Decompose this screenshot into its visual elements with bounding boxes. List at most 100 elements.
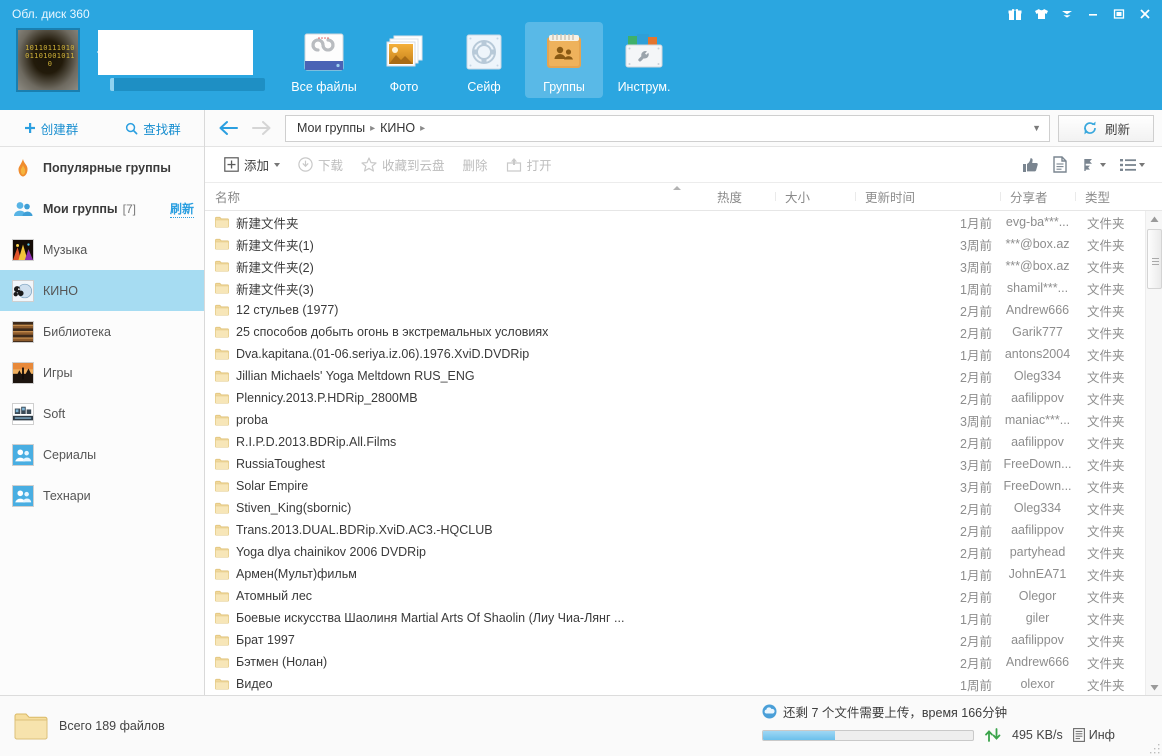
- table-row[interactable]: Jillian Michaels' Yoga Meltdown RUS_ENG 2…: [205, 365, 1162, 387]
- file-name-cell[interactable]: RussiaToughest: [205, 457, 325, 471]
- list-view-icon[interactable]: [1113, 154, 1152, 176]
- find-group-button[interactable]: 查找群: [102, 110, 204, 146]
- file-name-cell[interactable]: Боевые искусства Шаолиня Martial Arts Of…: [205, 611, 624, 625]
- sidebar-item-group[interactable]: Сериалы: [0, 434, 204, 475]
- table-row[interactable]: RussiaToughest 3月前 FreeDown... 文件夹: [205, 453, 1162, 475]
- column-header-hot[interactable]: 热度: [707, 187, 775, 206]
- scrollbar-thumb[interactable]: [1147, 229, 1162, 289]
- file-name-cell[interactable]: Solar Empire: [205, 479, 308, 493]
- column-header-sharer[interactable]: 分享者: [1000, 187, 1075, 206]
- column-header-size[interactable]: 大小: [775, 187, 855, 206]
- file-name-cell[interactable]: 新建文件夹(2): [205, 257, 314, 276]
- file-name-cell[interactable]: Plennicy.2013.P.HDRip_2800MB: [205, 391, 418, 405]
- table-row[interactable]: Брат 1997 2月前 aafilippov 文件夹: [205, 629, 1162, 651]
- table-row[interactable]: 25 способов добыть огонь в экстремальных…: [205, 321, 1162, 343]
- document-icon[interactable]: [1046, 152, 1074, 177]
- table-row[interactable]: Trans.2013.DUAL.BDRip.XviD.AC3.-HQCLUB 2月…: [205, 519, 1162, 541]
- file-name-cell[interactable]: Yoga dlya chainikov 2006 DVDRip: [205, 545, 426, 559]
- file-name-cell[interactable]: 新建文件夹(1): [205, 235, 314, 254]
- table-row[interactable]: Боевые искусства Шаолиня Martial Arts Of…: [205, 607, 1162, 629]
- nav-tools[interactable]: Инструм.: [605, 22, 683, 98]
- breadcrumb[interactable]: Мои группы ▸ КИНО ▸ ▼: [285, 114, 1050, 142]
- file-name-cell[interactable]: 新建文件夹: [205, 213, 299, 232]
- username-field[interactable]: [97, 30, 253, 75]
- file-name-cell[interactable]: R.I.P.D.2013.BDRip.All.Films: [205, 435, 396, 449]
- file-name-cell[interactable]: Jillian Michaels' Yoga Meltdown RUS_ENG: [205, 369, 475, 383]
- file-name-cell[interactable]: proba: [205, 413, 268, 427]
- scroll-down-arrow-icon[interactable]: [1146, 679, 1162, 695]
- table-row[interactable]: Yoga dlya chainikov 2006 DVDRip 2月前 partyh…: [205, 541, 1162, 563]
- file-name-cell[interactable]: Stiven_King(sbornic): [205, 501, 351, 515]
- column-header-time[interactable]: 更新时间: [855, 187, 1000, 206]
- sidebar-item-group-kino[interactable]: КИНО: [0, 270, 204, 311]
- sidebar-item-popular-groups[interactable]: Популярные группы: [0, 147, 204, 188]
- close-button[interactable]: [1132, 2, 1158, 26]
- table-row[interactable]: Бэтмен (Нолан) 2月前 Andrew666 文件夹: [205, 651, 1162, 673]
- file-time-cell: 2月前: [960, 656, 992, 671]
- table-row[interactable]: 新建文件夹 1月前 evg-ba***... 文件夹: [205, 211, 1162, 233]
- create-group-button[interactable]: 创建群: [0, 110, 102, 146]
- add-dropdown-caret-icon[interactable]: [274, 162, 281, 167]
- table-row[interactable]: proba 3周前 maniac***... 文件夹: [205, 409, 1162, 431]
- maximize-button[interactable]: [1106, 2, 1132, 26]
- nav-all-files[interactable]: Все файлы: [285, 22, 363, 98]
- breadcrumb-item-1[interactable]: КИНО: [375, 121, 420, 135]
- nav-safe[interactable]: Сейф: [445, 22, 523, 98]
- file-name-cell[interactable]: Бэтмен (Нолан): [205, 655, 327, 669]
- chevron-down-icon[interactable]: [1054, 2, 1080, 26]
- sidebar-item-group[interactable]: Игры: [0, 352, 204, 393]
- table-row[interactable]: Dva.kapitana.(01-06.seriya.iz.06).1976.X…: [205, 343, 1162, 365]
- table-row[interactable]: 新建文件夹(1) 3周前 ***@box.az 文件夹: [205, 233, 1162, 255]
- table-row[interactable]: Армен(Мульт)фильм 1月前 JohnEA71 文件夹: [205, 563, 1162, 585]
- table-row[interactable]: 新建文件夹(2) 3周前 ***@box.az 文件夹: [205, 255, 1162, 277]
- file-name-cell[interactable]: 新建文件夹(3): [205, 279, 314, 298]
- file-name-cell[interactable]: Видео: [205, 677, 273, 691]
- table-row[interactable]: Stiven_King(sbornic) 2月前 Oleg334 文件夹: [205, 497, 1162, 519]
- table-row[interactable]: Атомный лес 2月前 Olegor 文件夹: [205, 585, 1162, 607]
- forward-button[interactable]: [247, 115, 277, 141]
- shirt-icon[interactable]: [1028, 2, 1054, 26]
- file-sharer-cell: evg-ba***...: [1005, 215, 1070, 229]
- refresh-button[interactable]: 刷新: [1058, 114, 1154, 142]
- minimize-button[interactable]: [1080, 2, 1106, 26]
- avatar[interactable]: 10110111010011010010110: [16, 28, 80, 92]
- breadcrumb-item-0[interactable]: Мои группы: [292, 121, 370, 135]
- sidebar-item-group[interactable]: Soft: [0, 393, 204, 434]
- file-name-cell[interactable]: Армен(Мульт)фильм: [205, 567, 357, 581]
- info-button[interactable]: Инф: [1072, 728, 1115, 742]
- table-row[interactable]: Solar Empire 3月前 FreeDown... 文件夹: [205, 475, 1162, 497]
- file-name-cell[interactable]: 12 стульев (1977): [205, 303, 338, 317]
- file-list-scrollbar[interactable]: [1145, 211, 1162, 695]
- sidebar-item-my-groups[interactable]: Мои группы [7] 刷新: [0, 188, 204, 229]
- file-name-cell[interactable]: Брат 1997: [205, 633, 295, 647]
- sidebar-refresh-link[interactable]: 刷新: [169, 200, 194, 218]
- sidebar-item-group[interactable]: Библиотека: [0, 311, 204, 352]
- file-name-cell[interactable]: Атомный лес: [205, 589, 312, 603]
- column-header-type[interactable]: 类型: [1075, 187, 1145, 206]
- breadcrumb-dropdown-icon[interactable]: ▼: [1032, 123, 1041, 133]
- back-button[interactable]: [213, 115, 243, 141]
- nav-photo[interactable]: Фото: [365, 22, 443, 98]
- column-header-name[interactable]: 名称: [205, 187, 707, 206]
- resize-grip-icon[interactable]: [1150, 744, 1160, 754]
- sort-caret-icon[interactable]: [1100, 162, 1106, 167]
- file-name-cell[interactable]: 25 способов добыть огонь в экстремальных…: [205, 325, 548, 339]
- folder-icon: [215, 326, 229, 338]
- file-name-cell[interactable]: Dva.kapitana.(01-06.seriya.iz.06).1976.X…: [205, 347, 529, 361]
- thumbs-up-icon[interactable]: [1015, 153, 1046, 177]
- nav-groups[interactable]: Группы: [525, 22, 603, 98]
- add-button[interactable]: 添加: [215, 151, 289, 178]
- table-row[interactable]: R.I.P.D.2013.BDRip.All.Films 2月前 aafilippo…: [205, 431, 1162, 453]
- file-list[interactable]: 新建文件夹 1月前 evg-ba***... 文件夹 新建文件夹(1) 3周前 ***@bo…: [205, 211, 1162, 695]
- gift-icon[interactable]: [1002, 2, 1028, 26]
- scroll-up-arrow-icon[interactable]: [1146, 211, 1162, 227]
- sidebar-item-group[interactable]: Технари: [0, 475, 204, 516]
- table-row[interactable]: Видео 1周前 olexor 文件夹: [205, 673, 1162, 695]
- file-name-cell[interactable]: Trans.2013.DUAL.BDRip.XviD.AC3.-HQCLUB: [205, 523, 493, 537]
- sort-icon[interactable]: [1074, 153, 1113, 177]
- table-row[interactable]: 新建文件夹(3) 1周前 shamil***... 文件夹: [205, 277, 1162, 299]
- table-row[interactable]: 12 стульев (1977) 2月前 Andrew666 文件夹: [205, 299, 1162, 321]
- sidebar-item-group[interactable]: Музыка: [0, 229, 204, 270]
- table-row[interactable]: Plennicy.2013.P.HDRip_2800MB 2月前 aafilippo…: [205, 387, 1162, 409]
- view-caret-icon[interactable]: [1139, 162, 1145, 167]
